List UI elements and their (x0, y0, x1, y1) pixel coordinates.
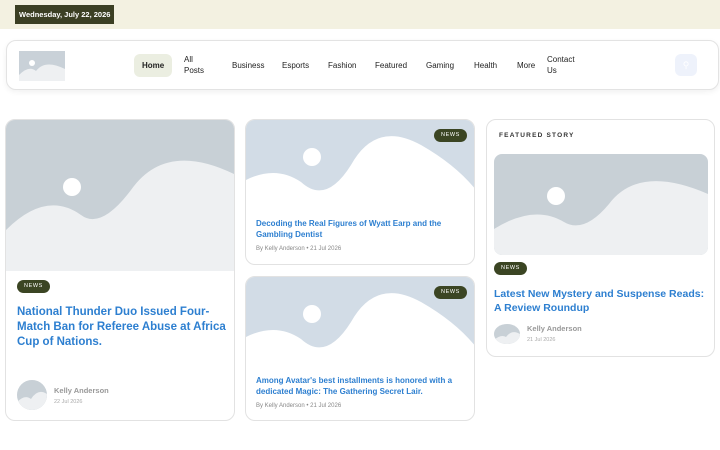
main-post-author[interactable]: Kelly Anderson (54, 386, 109, 395)
mid-post-2-category[interactable]: NEWS (434, 286, 467, 299)
site-logo[interactable] (19, 51, 65, 81)
mid-post-2-meta: By Kelly Anderson • 21 Jul 2026 (256, 403, 342, 409)
main-post-date: 22 Jul 2026 (54, 399, 83, 405)
main-post-title[interactable]: National Thunder Duo Issued Four-Match B… (17, 305, 227, 350)
featured-author-avatar[interactable] (494, 324, 520, 344)
mid-post-1-category[interactable]: NEWS (434, 129, 467, 142)
mid-post-1-title[interactable]: Decoding the Real Figures of Wyatt Earp … (256, 219, 466, 240)
nav-contact-us[interactable]: Contact Us (547, 54, 577, 76)
featured-story-label: FEATURED STORY (499, 132, 575, 139)
nav-featured[interactable]: Featured (375, 60, 407, 71)
mid-post-card-1[interactable]: NEWS Decoding the Real Figures of Wyatt … (245, 119, 475, 265)
mid-post-2-title[interactable]: Among Avatar's best installments is hono… (256, 376, 466, 397)
featured-story-category[interactable]: NEWS (494, 262, 527, 275)
nav-health[interactable]: Health (474, 60, 497, 71)
top-bar: Wednesday, July 22, 2026 (0, 0, 720, 29)
nav-home[interactable]: Home (134, 54, 173, 77)
main-navigation: Home All Posts Business Esports Fashion … (6, 40, 719, 90)
main-post-category[interactable]: NEWS (17, 280, 50, 293)
search-button[interactable]: ⚲ (675, 54, 697, 76)
nav-fashion[interactable]: Fashion (328, 60, 356, 71)
main-post-card[interactable]: NEWS National Thunder Duo Issued Four-Ma… (5, 119, 235, 421)
author-avatar[interactable] (17, 380, 47, 410)
featured-story-image[interactable] (494, 154, 708, 255)
current-date: Wednesday, July 22, 2026 (15, 5, 115, 24)
mid-post-1-meta: By Kelly Anderson • 21 Jul 2026 (256, 246, 342, 252)
featured-story-title[interactable]: Latest New Mystery and Suspense Reads: A… (494, 288, 708, 315)
featured-story-card[interactable]: FEATURED STORY NEWS Latest New Mystery a… (486, 119, 715, 357)
main-post-image[interactable] (6, 120, 234, 271)
mid-post-card-2[interactable]: NEWS Among Avatar's best installments is… (245, 276, 475, 421)
nav-all-posts[interactable]: All Posts (184, 54, 210, 76)
featured-story-date: 21 Jul 2026 (527, 337, 556, 343)
nav-more[interactable]: More (517, 60, 535, 71)
nav-gaming[interactable]: Gaming (426, 60, 454, 71)
search-icon: ⚲ (682, 60, 690, 70)
nav-business[interactable]: Business (232, 60, 264, 71)
nav-esports[interactable]: Esports (282, 60, 309, 71)
featured-story-author[interactable]: Kelly Anderson (527, 324, 582, 333)
